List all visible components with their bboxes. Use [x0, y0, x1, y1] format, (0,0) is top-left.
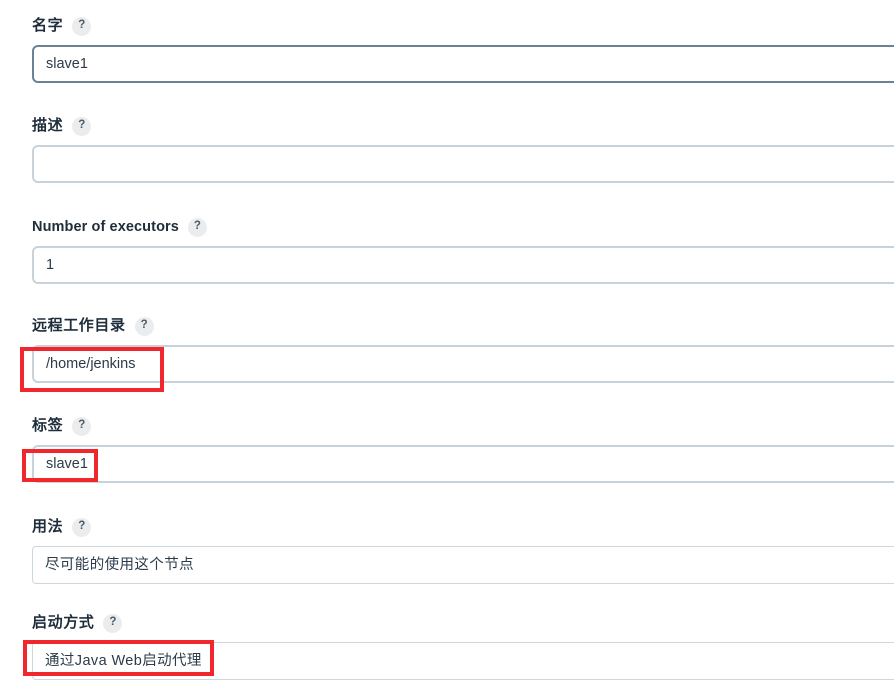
- input-wrap-description: [32, 145, 894, 183]
- input-wrap-labels: slave1: [32, 445, 894, 483]
- label-row-name: 名字?: [0, 16, 894, 36]
- form-field-description: 描述?: [0, 116, 894, 183]
- label-row-remote_root_dir: 远程工作目录?: [0, 316, 894, 336]
- field-label-remote_root_dir: 远程工作目录: [32, 317, 126, 334]
- form-field-remote_root_dir: 远程工作目录? /home/jenkins: [0, 316, 894, 383]
- label-row-launch_method: 启动方式?: [0, 613, 894, 633]
- label-row-description: 描述?: [0, 116, 894, 136]
- form-field-labels: 标签? slave1: [0, 416, 894, 483]
- field-label-name: 名字: [32, 17, 64, 34]
- help-icon[interactable]: ?: [72, 116, 92, 136]
- select-launch_method[interactable]: 通过Java Web启动代理: [32, 642, 894, 680]
- help-icon[interactable]: ?: [187, 217, 207, 237]
- form-field-name: 名字? slave1: [0, 16, 894, 83]
- form-field-usage: 用法? 尽可能的使用这个节点: [0, 517, 894, 584]
- help-icon[interactable]: ?: [72, 517, 92, 537]
- input-description[interactable]: [32, 145, 894, 183]
- field-label-description: 描述: [32, 117, 64, 134]
- input-remote_root_dir[interactable]: /home/jenkins: [32, 345, 894, 383]
- label-row-usage: 用法?: [0, 517, 894, 537]
- input-wrap-num_executors: 1: [32, 246, 894, 284]
- input-wrap-launch_method: 通过Java Web启动代理: [32, 642, 894, 680]
- input-name[interactable]: slave1: [32, 45, 894, 83]
- input-labels[interactable]: slave1: [32, 445, 894, 483]
- form-field-launch_method: 启动方式? 通过Java Web启动代理: [0, 613, 894, 680]
- field-label-labels: 标签: [32, 417, 64, 434]
- label-row-num_executors: Number of executors?: [0, 217, 894, 237]
- input-wrap-usage: 尽可能的使用这个节点: [32, 546, 894, 584]
- input-num_executors[interactable]: 1: [32, 246, 894, 284]
- field-label-num_executors: Number of executors: [32, 219, 179, 235]
- select-usage[interactable]: 尽可能的使用这个节点: [32, 546, 894, 584]
- field-label-launch_method: 启动方式: [32, 614, 95, 631]
- input-wrap-name: slave1: [32, 45, 894, 83]
- form-field-num_executors: Number of executors? 1: [0, 217, 894, 284]
- help-icon[interactable]: ?: [134, 316, 154, 336]
- field-label-usage: 用法: [32, 518, 64, 535]
- help-icon[interactable]: ?: [103, 613, 123, 633]
- input-wrap-remote_root_dir: /home/jenkins: [32, 345, 894, 383]
- help-icon[interactable]: ?: [72, 416, 92, 436]
- label-row-labels: 标签?: [0, 416, 894, 436]
- help-icon[interactable]: ?: [72, 16, 92, 36]
